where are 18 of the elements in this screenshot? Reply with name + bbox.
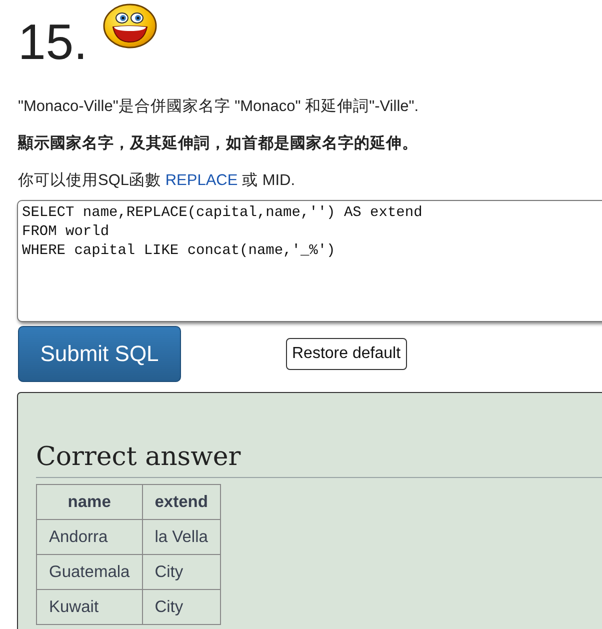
sql-editor[interactable]: SELECT name,REPLACE(capital,name,'') AS extend FROM world WHERE capital LIKE concat(name,'_%') — [17, 200, 602, 322]
submit-button[interactable]: Submit SQL — [18, 326, 181, 382]
table-cell: la Vella — [154, 528, 208, 546]
table-cell: City — [154, 562, 184, 580]
table-cell: City — [154, 598, 184, 616]
instruction-text: "Monaco-Ville"是合併國家名字 "Monaco" 和延伸詞"-Ville". — [18, 97, 420, 117]
question-number: 15. — [18, 17, 88, 67]
hint-text: 你可以使用SQL函數 REPLACE 或 MID. — [18, 171, 296, 191]
column-header: name — [36, 484, 142, 520]
restore-button[interactable]: Restore default — [286, 338, 407, 370]
table-cell: Kuwait — [49, 598, 99, 616]
table-cell: Guatemala — [49, 562, 130, 580]
smiley-icon — [102, 3, 158, 49]
column-header: extend — [142, 484, 220, 520]
instruction-text: 顯示國家名字，及其延伸詞，如首都是國家名字的延伸。 — [18, 134, 419, 154]
table-cell: Andorra — [49, 528, 108, 546]
answer-title: Correct answer — [36, 439, 602, 478]
function-link[interactable]: REPLACE — [165, 172, 238, 189]
